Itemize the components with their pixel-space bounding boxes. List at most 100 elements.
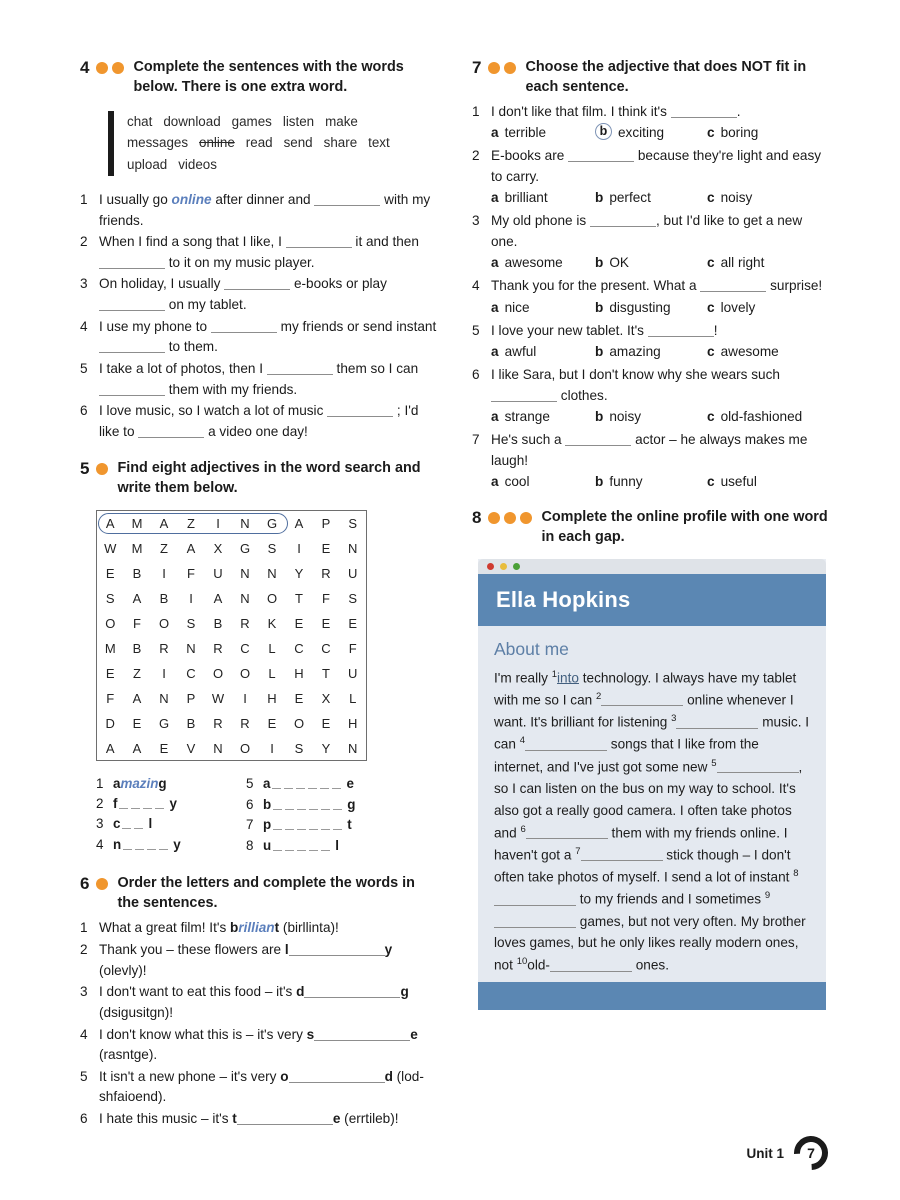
answer-blank[interactable] [491, 389, 557, 402]
answer-blank[interactable] [601, 694, 684, 707]
word-search-cell[interactable]: F [313, 586, 340, 611]
word-search-cell[interactable]: I [286, 536, 313, 561]
answer-blank[interactable] [565, 433, 632, 446]
word-search-cell[interactable]: E [124, 711, 151, 736]
option-c[interactable]: c useful [707, 472, 757, 492]
word-search-cell[interactable]: E [151, 736, 178, 761]
word-search-cell[interactable]: O [232, 661, 259, 686]
answer-blank[interactable] [549, 959, 632, 972]
word-search-cell[interactable]: Y [313, 736, 340, 761]
option-b[interactable]: b disgusting [595, 298, 707, 318]
word-search-cell[interactable]: H [286, 661, 313, 686]
word-search-cell[interactable]: N [178, 636, 205, 661]
answer-dashes[interactable] [122, 817, 146, 832]
option-b[interactable]: b perfect [595, 188, 707, 208]
answer-line[interactable]: 5 ae [246, 776, 396, 792]
word-search-cell[interactable]: N [259, 561, 286, 586]
word-search-cell[interactable]: B [151, 586, 178, 611]
answer-blank[interactable] [647, 324, 714, 337]
answer-blank[interactable] [138, 425, 205, 439]
word-search-cell[interactable]: Z [151, 536, 178, 561]
word-search-cell[interactable]: O [259, 586, 286, 611]
word-search-cell[interactable]: X [313, 686, 340, 711]
word-search-cell[interactable]: A [178, 536, 205, 561]
word-search-cell[interactable]: E [286, 611, 313, 636]
answer-blank[interactable] [99, 383, 165, 396]
word-search-cell[interactable]: H [340, 711, 367, 736]
word-search-cell[interactable]: M [124, 536, 151, 561]
answer-line[interactable]: 8 ul [246, 838, 396, 854]
word-search-cell[interactable]: N [340, 736, 367, 761]
window-maximize-icon[interactable] [513, 562, 520, 570]
word-search-cell[interactable]: S [178, 611, 205, 636]
option-c[interactable]: c noisy [707, 188, 752, 208]
answer-blank[interactable] [236, 1112, 333, 1126]
word-search-cell[interactable]: O [151, 611, 178, 636]
word-search-cell[interactable]: G [259, 511, 286, 536]
window-close-icon[interactable] [487, 562, 494, 570]
word-search-cell[interactable]: L [340, 686, 367, 711]
word-search-cell[interactable]: F [97, 686, 124, 711]
word-search-cell[interactable]: O [286, 711, 313, 736]
answer-blank[interactable] [590, 214, 656, 228]
answer-blank[interactable] [314, 1028, 411, 1041]
answer-line[interactable]: 4 ny [96, 837, 246, 853]
word-search-cell[interactable]: T [313, 661, 340, 686]
option-c[interactable]: c lovely [707, 298, 755, 318]
word-search-cell[interactable]: Z [124, 661, 151, 686]
word-search-cell[interactable]: B [124, 636, 151, 661]
word-search-grid[interactable]: AMAZINGAPSWMZAXGSIENEBIFUNNYRUSABIANOTFS… [96, 510, 367, 762]
option-a[interactable]: a awful [491, 342, 595, 362]
answer-blank[interactable] [568, 149, 635, 163]
word-search-cell[interactable]: L [259, 661, 286, 686]
word-search-cell[interactable]: M [97, 636, 124, 661]
word-search-cell[interactable]: R [232, 711, 259, 736]
word-search-cell[interactable]: R [205, 711, 232, 736]
option-b[interactable]: b noisy [595, 407, 707, 427]
word-search-cell[interactable]: N [232, 561, 259, 586]
word-search-cell[interactable]: E [313, 536, 340, 561]
word-search-cell[interactable]: A [97, 736, 124, 761]
word-search-cell[interactable]: P [178, 686, 205, 711]
answer-dashes[interactable] [273, 839, 333, 854]
word-search-cell[interactable]: E [286, 686, 313, 711]
word-search-cell[interactable]: N [205, 736, 232, 761]
word-search-cell[interactable]: C [178, 661, 205, 686]
answer-blank[interactable] [224, 278, 291, 291]
word-search-cell[interactable]: Y [286, 561, 313, 586]
answer-blank[interactable] [525, 826, 608, 840]
word-search-cell[interactable]: A [97, 511, 124, 536]
answer-blank[interactable] [210, 320, 277, 333]
answer-blank[interactable] [99, 341, 165, 354]
answer-dashes[interactable] [119, 797, 167, 812]
word-search-cell[interactable]: O [232, 736, 259, 761]
word-search-cell[interactable]: O [205, 661, 232, 686]
word-search-cell[interactable]: N [232, 511, 259, 536]
answer-line[interactable]: 6 bg [246, 797, 396, 813]
word-search-cell[interactable]: F [178, 561, 205, 586]
word-search-cell[interactable]: V [178, 736, 205, 761]
word-search-cell[interactable]: C [313, 636, 340, 661]
answer-blank[interactable] [700, 279, 767, 293]
answer-blank[interactable] [288, 1070, 385, 1083]
word-search-cell[interactable]: W [97, 536, 124, 561]
word-search-cell[interactable]: E [313, 611, 340, 636]
word-search-cell[interactable]: T [286, 586, 313, 611]
option-b[interactable]: b amazing [595, 342, 707, 362]
word-search-cell[interactable]: R [232, 611, 259, 636]
word-search-cell[interactable]: X [205, 536, 232, 561]
word-search-cell[interactable]: N [151, 686, 178, 711]
answer-dashes[interactable] [123, 838, 171, 853]
answer-blank[interactable] [494, 893, 576, 906]
word-search-cell[interactable]: G [151, 711, 178, 736]
answer-blank[interactable] [327, 405, 394, 418]
answer-line[interactable]: 1 amazing [96, 776, 246, 791]
answer-dashes[interactable] [273, 798, 345, 813]
word-search-cell[interactable]: F [124, 611, 151, 636]
option-c[interactable]: c awesome [707, 342, 779, 362]
option-b[interactable]: b OK [595, 253, 707, 273]
word-search-cell[interactable]: N [340, 536, 367, 561]
word-search-cell[interactable]: E [340, 611, 367, 636]
word-search-cell[interactable]: S [97, 586, 124, 611]
word-search-cell[interactable]: L [259, 636, 286, 661]
